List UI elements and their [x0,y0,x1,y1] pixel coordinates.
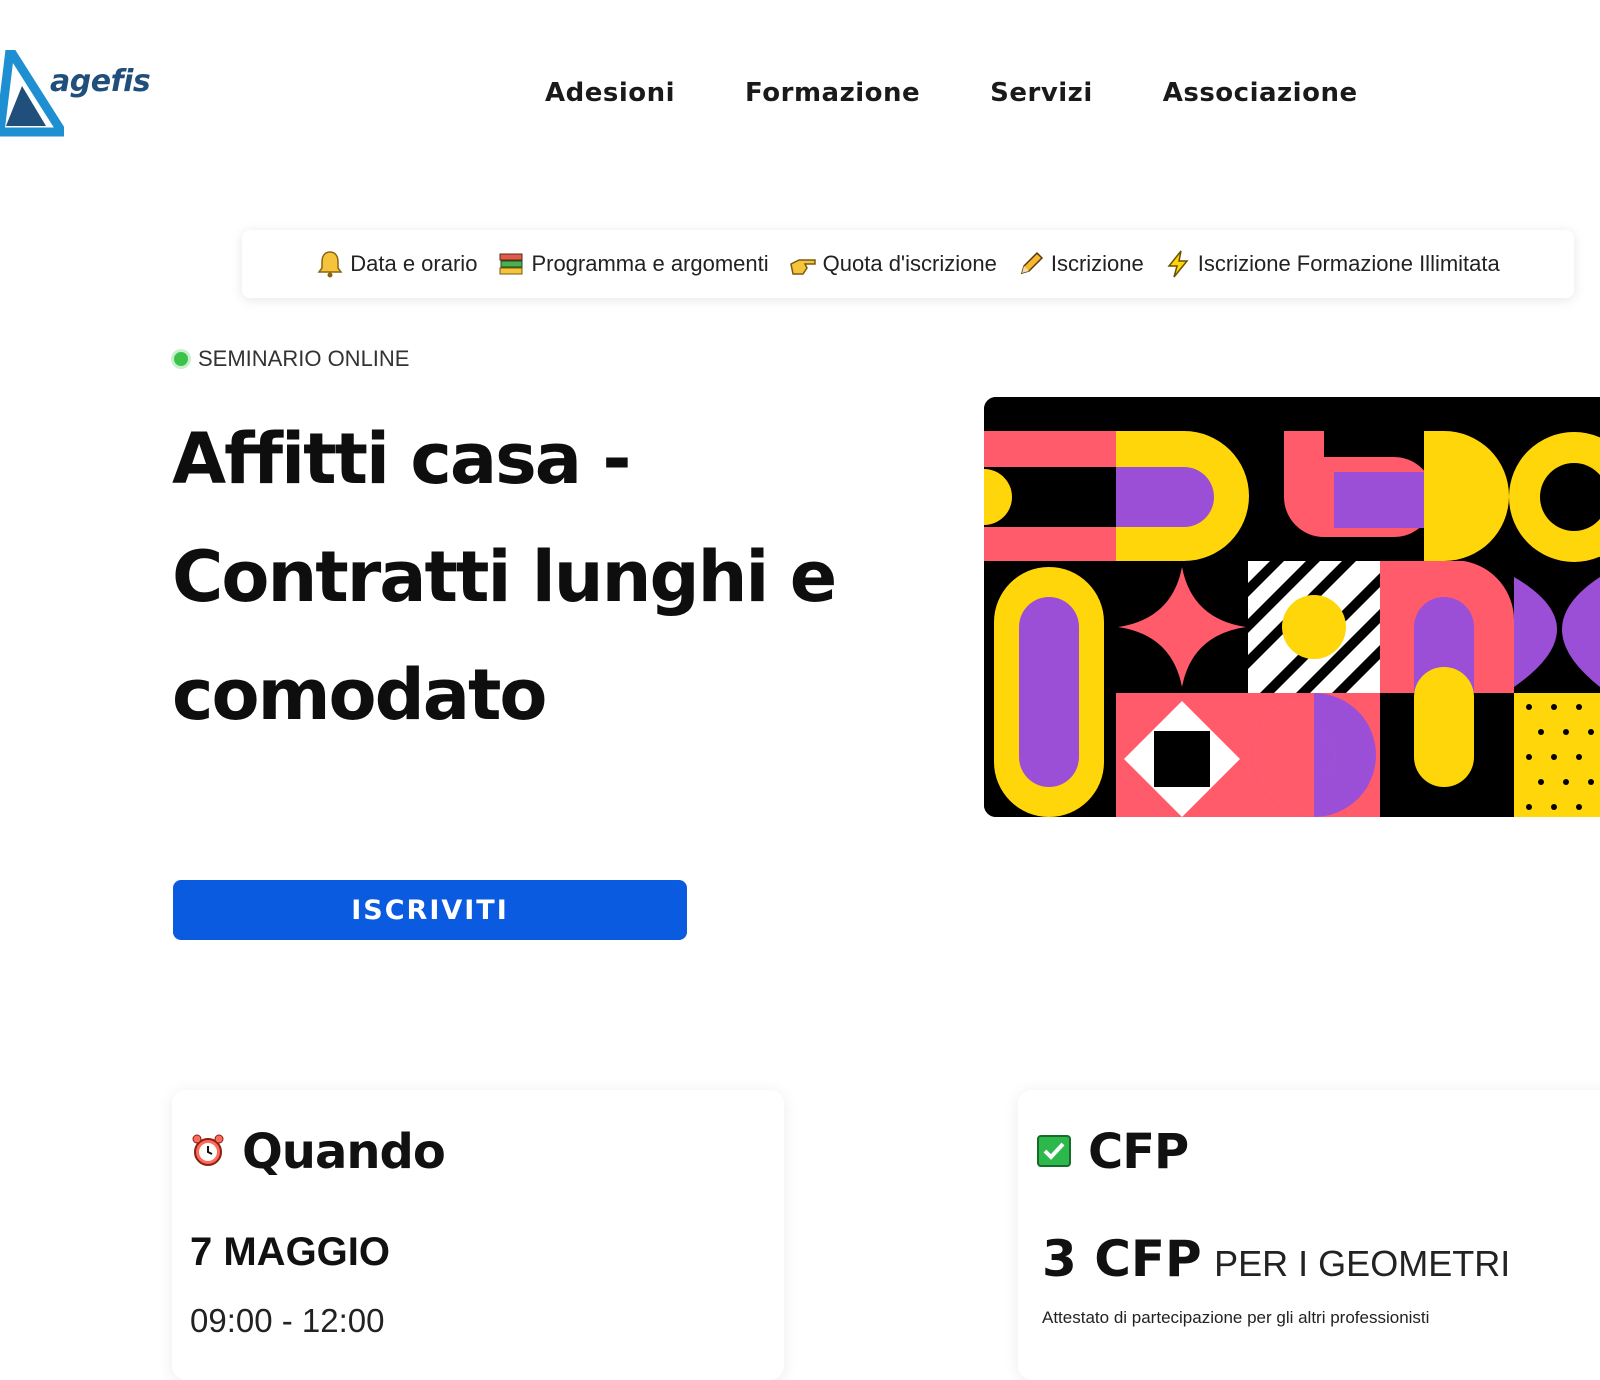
event-time: 09:00 - 12:00 [190,1302,385,1339]
hero-image [984,397,1600,817]
quando-card: Quando 7 MAGGIO 09:00 - 12:00 [172,1090,784,1380]
cfp-note: Attestato di partecipazione per gli altr… [1042,1308,1430,1327]
nav-formazione[interactable]: Formazione [745,78,920,108]
quando-heading-row: Quando [190,1124,446,1180]
nav-adesioni[interactable]: Adesioni [545,78,675,108]
cfp-heading-row: CFP [1036,1124,1189,1180]
cfp-credits: 3 CFP PER I GEOMETRI [1042,1230,1510,1288]
title-line-2: Contratti lunghi e [172,536,837,618]
status-dot-icon [174,352,188,366]
anchor-programma[interactable]: Programma e argomenti [497,250,769,278]
agefis-logo[interactable]: agefis [0,50,151,140]
main-nav: Adesioni Formazione Servizi Associazione [510,70,1393,116]
anchor-label: Iscrizione [1050,251,1144,276]
anchor-quota[interactable]: Quota d'iscrizione [789,250,997,278]
page-title: Affitti casa - Contratti lunghi e comoda… [172,400,892,754]
badge-label: SEMINARIO ONLINE [198,346,410,371]
anchor-iscrizione[interactable]: Iscrizione [1017,250,1144,278]
cfp-count: 3 CFP [1042,1230,1202,1288]
anchor-label: Quota d'iscrizione [822,251,997,276]
iscriviti-button[interactable]: ISCRIVITI [173,880,687,940]
cfp-heading: CFP [1088,1124,1189,1180]
event-type-badge: SEMINARIO ONLINE [174,346,409,372]
logo-wordmark: agefis [50,64,151,99]
anchor-label: Data e orario [350,251,478,276]
bell-icon [316,250,344,278]
books-icon [497,250,525,278]
event-date: 7 MAGGIO [190,1230,391,1274]
anchor-label: Programma e argomenti [531,251,769,276]
quando-heading: Quando [242,1124,446,1180]
check-box-icon [1036,1132,1072,1173]
title-line-1: Affitti casa - [172,418,631,500]
anchor-data-orario[interactable]: Data e orario [316,250,477,278]
section-anchor-bar: Data e orario Programma e argomenti Quot… [242,230,1574,298]
pointing-hand-icon [789,250,817,278]
alarm-clock-icon [190,1132,226,1173]
anchor-label: Iscrizione Formazione Illimitata [1197,251,1500,276]
nav-servizi[interactable]: Servizi [990,78,1093,108]
nav-associazione[interactable]: Associazione [1163,78,1358,108]
pencil-icon [1017,250,1045,278]
cfp-card: CFP 3 CFP PER I GEOMETRI Attestato di pa… [1018,1090,1600,1380]
anchor-formazione-illimitata[interactable]: Iscrizione Formazione Illimitata [1164,250,1500,278]
title-line-3: comodato [172,654,548,736]
lightning-icon [1164,250,1192,278]
cfp-target: PER I GEOMETRI [1214,1243,1511,1284]
